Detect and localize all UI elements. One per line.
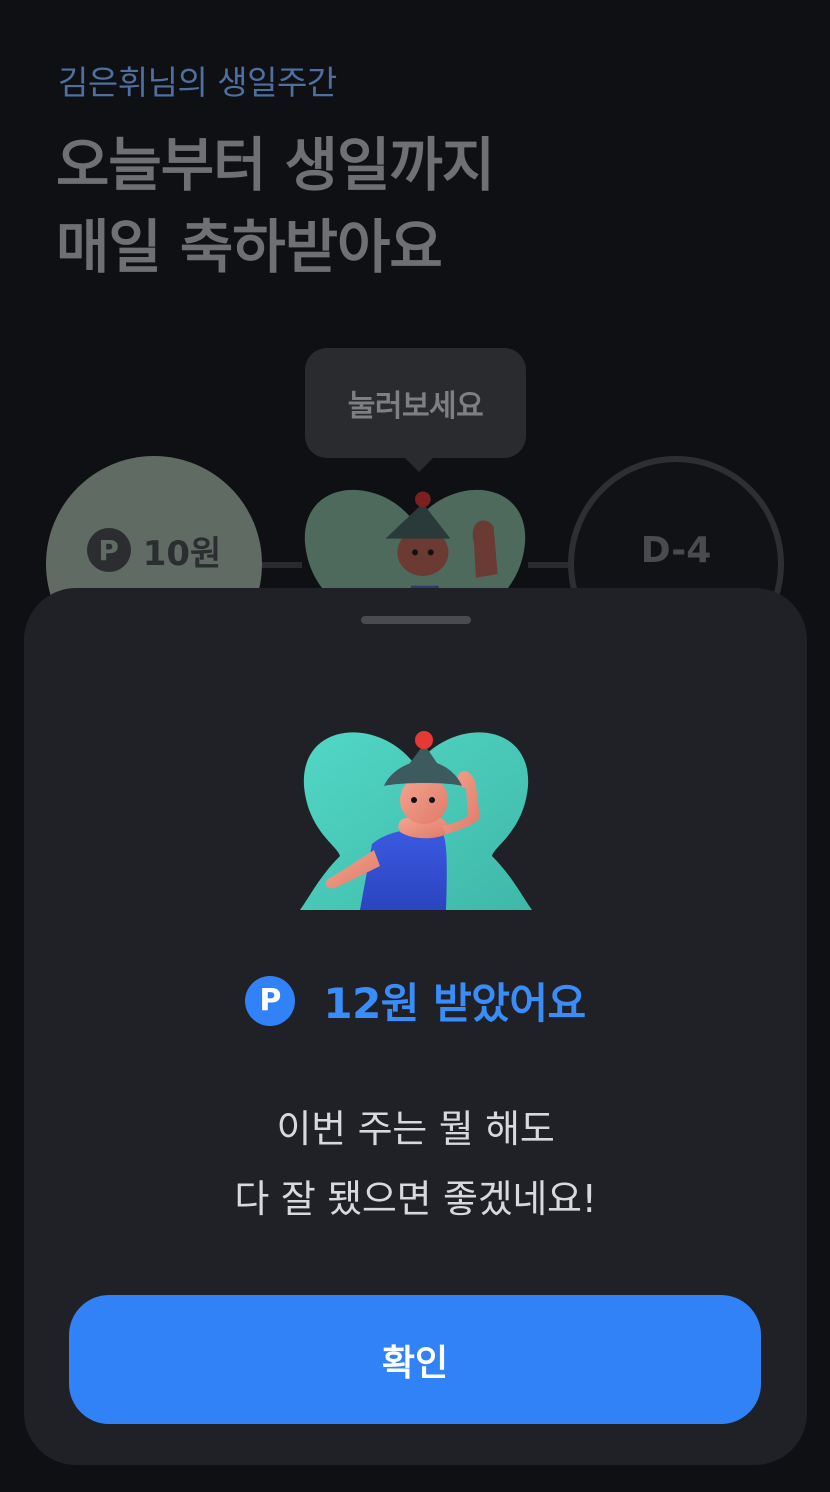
reward-bottom-sheet: P 12원 받았어요 이번 주는 뭘 해도 다 잘 됐으면 좋겠네요! 확인 bbox=[24, 588, 807, 1465]
reward-row: P 12원 받았어요 bbox=[24, 970, 807, 1031]
birthday-message: 이번 주는 뭘 해도 다 잘 됐으면 좋겠네요! bbox=[24, 1094, 807, 1234]
day-connector-1 bbox=[262, 562, 302, 568]
point-icon: P bbox=[86, 528, 131, 572]
message-line-1: 이번 주는 뭘 해도 bbox=[276, 1107, 555, 1151]
point-icon: P bbox=[245, 975, 296, 1026]
days-remaining-label: D-4 bbox=[640, 529, 712, 571]
day-connector-2 bbox=[528, 562, 570, 568]
tap-hint-tooltip: 눌러보세요 bbox=[305, 348, 526, 458]
confirm-button[interactable]: 확인 bbox=[69, 1295, 761, 1424]
birthday-week-screen: 김은휘님의 생일주간 오늘부터 생일까지 매일 축하받아요 눌러보세요 P 10… bbox=[0, 0, 830, 1492]
claimed-amount: 10원 bbox=[142, 533, 222, 574]
headline-line-2: 매일 축하받아요 bbox=[56, 213, 443, 281]
reward-amount-text: 12원 받았어요 bbox=[323, 979, 586, 1028]
headline-line-1: 오늘부터 생일까지 bbox=[56, 131, 495, 199]
birthday-character-icon bbox=[300, 731, 532, 910]
tooltip-text: 눌러보세요 bbox=[347, 389, 484, 424]
sheet-drag-handle[interactable] bbox=[361, 616, 471, 624]
message-line-2: 다 잘 됐으면 좋겠네요! bbox=[234, 1177, 597, 1221]
birthday-week-subtitle: 김은휘님의 생일주간 bbox=[58, 63, 337, 102]
page-title: 오늘부터 생일까지 매일 축하받아요 bbox=[56, 124, 495, 288]
